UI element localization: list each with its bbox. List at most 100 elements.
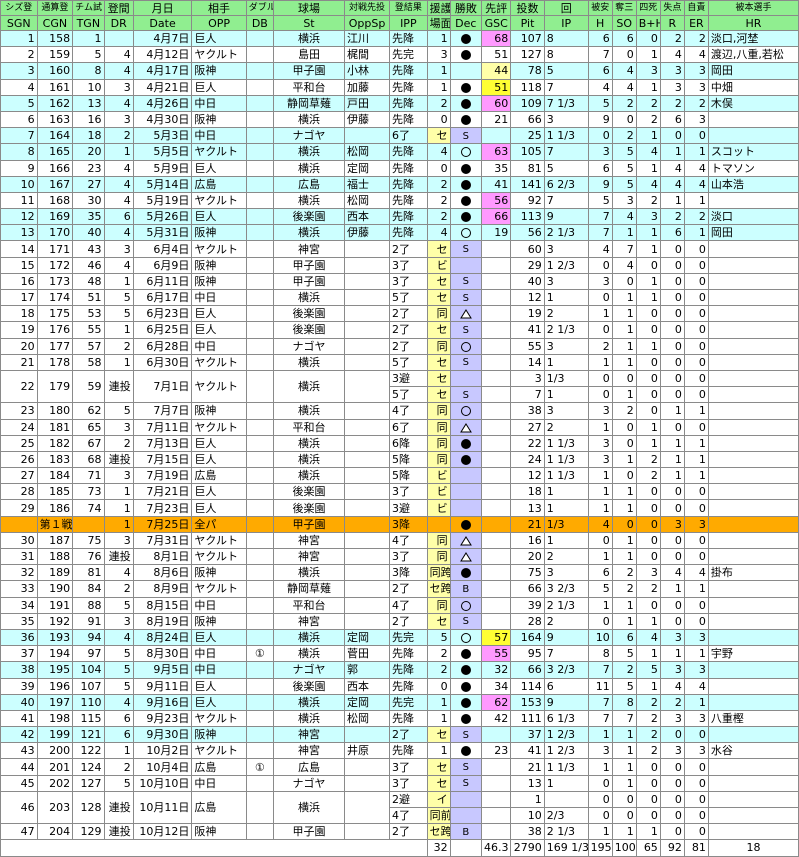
cell-gsc — [481, 127, 512, 145]
loss-filled-circle-icon — [460, 50, 471, 61]
cell-dec — [449, 677, 483, 695]
cell-so: 4 — [611, 78, 637, 96]
cell-ip: 1 — [543, 499, 589, 517]
cell-st: 横浜 — [272, 450, 346, 469]
cell-r: 0 — [659, 790, 685, 809]
cell-h: 3 — [587, 402, 613, 420]
cell-h: 2 — [587, 337, 613, 355]
cell-db — [245, 272, 274, 291]
loss-filled-circle-icon — [460, 746, 471, 757]
cell-ip: 2 1/3 — [543, 823, 589, 841]
cell-bamen: 4 — [426, 224, 451, 242]
cell-hr — [707, 531, 799, 550]
blown-save-letter: B — [462, 583, 470, 595]
cell-sgn: 24 — [0, 418, 38, 436]
cell-bh: 1 — [635, 418, 661, 436]
cell-cgn: 166 — [36, 159, 74, 177]
cell-gsc — [481, 547, 512, 566]
table-row: 21 178 58 1 6月30日 ヤクルト 横浜 5了セ S 14 1 1 1 0 0 0 — [0, 353, 799, 371]
cell-db — [245, 434, 274, 452]
cell-so: 1 — [611, 823, 637, 841]
cell-ipp: 2了 — [389, 337, 428, 355]
cell-opp: ヤクルト — [191, 531, 247, 550]
header-code-er: ER — [683, 15, 709, 31]
cell-dec — [449, 191, 483, 210]
cell-oppsp — [344, 774, 390, 792]
cell-r: 0 — [659, 127, 685, 145]
cell-cgn: 192 — [36, 612, 74, 630]
cell-bh: 1 — [635, 127, 661, 145]
cell-tgn: 35 — [72, 208, 105, 226]
cell-sgn: 3 — [0, 62, 38, 80]
cell-r: 4 — [659, 159, 685, 177]
cell-dec: S — [449, 127, 483, 145]
loss-filled-circle-icon — [460, 212, 471, 223]
cell-h: 6 — [587, 29, 613, 48]
cell-gsc — [481, 580, 512, 598]
cell-pit: 141 — [510, 175, 545, 193]
cell-st: 甲子園 — [272, 515, 346, 533]
cell-so: 1 — [611, 531, 637, 550]
cell-date: 7月31日 — [132, 531, 193, 550]
cell-ipp: 2了 — [389, 321, 428, 339]
cell-h: 5 — [587, 94, 613, 112]
total-dec — [449, 839, 483, 857]
cell-bh: 0 — [635, 758, 661, 776]
cell-so: 1 — [611, 337, 637, 355]
table-row: 4 161 10 3 4月21日 巨人 平和台 加藤 先降 1 51 118 7 4 4 1 3 3 中畑 — [0, 78, 799, 96]
cell-oppsp — [344, 580, 390, 598]
cell-gsc: 44 — [481, 62, 512, 80]
loss-filled-circle-icon — [460, 163, 471, 174]
cell-db — [245, 742, 274, 760]
table-row: 43 200 122 1 10月2日 ヤクルト 神宮 井原 先降 1 23 41 1 2/3 3 1 2 3 3 水… — [0, 742, 799, 760]
cell-oppsp — [344, 305, 390, 323]
loss-filled-circle-icon — [460, 438, 471, 449]
cell-cgn: 175 — [36, 305, 74, 323]
cell-date: 8月19日 — [132, 612, 193, 630]
cell-r: 2 — [659, 29, 685, 48]
win-open-circle-icon — [460, 228, 471, 239]
cell-db — [245, 450, 274, 469]
cell-dr: 4 — [103, 224, 134, 242]
cell-oppsp — [344, 127, 390, 145]
cell-gsc — [481, 450, 512, 469]
cell-sgn: 45 — [0, 774, 38, 792]
cell-so: 4 — [611, 208, 637, 226]
cell-tgn: 27 — [72, 175, 105, 193]
loss-filled-circle-icon — [460, 649, 471, 660]
cell-bamen: 同 — [426, 596, 451, 614]
cell-gsc — [481, 564, 512, 582]
loss-filled-circle-icon — [460, 568, 471, 579]
cell-pit: 20 — [510, 547, 545, 566]
cell-bamen: 同跨 — [426, 564, 451, 582]
cell-er: 4 — [683, 46, 709, 64]
cell-pit: 37 — [510, 726, 545, 744]
cell-dec: B — [449, 580, 483, 598]
cell-opp: 中日 — [191, 645, 247, 663]
cell-date: 7月23日 — [132, 499, 193, 517]
cell-oppsp — [344, 483, 390, 501]
cell-opp: ヤクルト — [191, 143, 247, 161]
cell-tgn: 18 — [72, 127, 105, 145]
cell-dr: 3 — [103, 110, 134, 129]
table-row: 37 194 97 5 8月30日 中日 ① 横浜 菅田 先降 2 55 95 7 8 5 1 1 1 宇野 — [0, 645, 799, 663]
cell-ip: 1/3 — [543, 515, 589, 533]
cell-dr — [103, 29, 134, 48]
cell-opp: ヤクルト — [191, 240, 247, 258]
cell-date: 5月19日 — [132, 191, 193, 210]
cell-opp: 阪神 — [191, 726, 247, 744]
cell-dec — [449, 547, 483, 566]
cell-er: 0 — [683, 790, 709, 809]
cell-er: 1 — [683, 224, 709, 242]
cell-ipp: 先降 — [389, 224, 428, 242]
cell-ip: 1 2/3 — [543, 742, 589, 760]
cell-ipp: 先降 — [389, 175, 428, 193]
cell-so: 1 — [611, 386, 637, 404]
cell-dr: 1 — [103, 143, 134, 161]
cell-dr: 連投 — [103, 823, 134, 841]
cell-opp: 中日 — [191, 661, 247, 679]
cell-st: 広島 — [272, 758, 346, 776]
cell-so: 0 — [611, 110, 637, 129]
cell-ipp: 先降 — [389, 709, 428, 728]
cell-sgn: 22 — [0, 369, 38, 404]
